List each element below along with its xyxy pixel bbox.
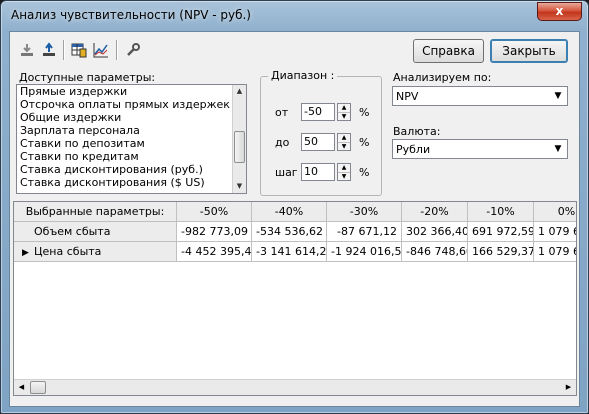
column-header[interactable]: 0% [534,202,576,222]
table-cell[interactable]: 1 079 6 [534,222,576,242]
range-step-row: шаг 10 ▲ ▼ % [261,163,381,183]
table-cell[interactable]: -4 452 395,41 [177,242,252,262]
table-cell[interactable]: -846 748,60 [402,242,468,262]
table-cell[interactable]: 1 079 6 [534,242,576,262]
spin-up-icon[interactable]: ▲ [338,164,350,172]
percent-label: % [359,136,370,149]
grid-hscrollbar[interactable]: ◀ ▶ [14,379,576,395]
column-header[interactable]: -20% [402,202,468,222]
from-input[interactable]: -50 [301,103,335,121]
step-label: шаг [275,166,298,179]
list-item[interactable]: Зарплата персонала [17,124,246,137]
column-header[interactable]: -30% [327,202,402,222]
window-close-button[interactable]: x [537,2,582,21]
available-params-label: Доступные параметры: [19,71,156,84]
table-cell[interactable]: -87 671,12 [327,222,402,242]
scroll-thumb[interactable] [234,131,245,163]
range-title: Диапазон : [268,69,338,82]
to-label: до [275,136,290,149]
step-spinner[interactable]: ▲ ▼ [337,163,351,181]
from-spinner[interactable]: ▲ ▼ [337,103,351,121]
dialog-body: Справка Закрыть Доступные параметры: Пря… [9,31,580,407]
currency-label: Валюта: [393,125,441,138]
help-button[interactable]: Справка [413,39,484,63]
grid-header-row: Выбранные параметры: -50% -40% -30% -20%… [14,202,576,222]
table-cell[interactable]: 166 529,37 [468,242,534,262]
step-input[interactable]: 10 [301,163,335,181]
spin-up-icon[interactable]: ▲ [338,104,350,112]
params-scrollbar[interactable]: ▲ ▼ [232,85,246,193]
table-cell[interactable]: -1 924 016,50 [327,242,402,262]
scroll-left-icon[interactable]: ◀ [14,380,29,395]
analyze-select[interactable]: NPV ▼ [392,86,568,106]
table-row[interactable]: ▶ Цена сбыта -4 452 395,41 -3 141 614,24 … [14,242,576,262]
wrench-icon[interactable] [122,38,144,62]
table-cell[interactable]: -534 536,62 [252,222,327,242]
import-icon[interactable] [16,38,38,62]
scroll-up-icon[interactable]: ▲ [233,85,246,98]
export-icon[interactable] [38,38,60,62]
table-cell[interactable]: 691 972,59 [468,222,534,242]
table-cell[interactable]: 302 366,40 [402,222,468,242]
list-item[interactable]: Ставки по кредитам [17,150,246,163]
column-header[interactable]: -50% [177,202,252,222]
range-to-row: до 50 ▲ ▼ % [261,133,381,153]
grid-header-label: Выбранные параметры: [14,202,177,222]
spin-down-icon[interactable]: ▼ [338,172,350,180]
to-spinner[interactable]: ▲ ▼ [337,133,351,151]
toolbar-separator [63,40,64,60]
available-params-list[interactable]: Прямые издержки Отсрочка оплаты прямых и… [16,84,247,194]
list-item[interactable]: Ставка дисконтирования (руб.) [17,163,246,176]
percent-label: % [359,106,370,119]
toolbar-separator [116,40,117,60]
column-header[interactable]: -10% [468,202,534,222]
spin-down-icon[interactable]: ▼ [338,112,350,120]
column-header[interactable]: -40% [252,202,327,222]
scroll-down-icon[interactable]: ▼ [233,180,246,193]
analyze-label: Анализируем по: [393,71,492,84]
row-marker-icon: ▶ [22,248,29,258]
scroll-right-icon[interactable]: ▶ [561,380,576,395]
table-row[interactable]: Объем сбыта -982 773,09 -534 536,62 -87 … [14,222,576,242]
list-item[interactable]: Ставки по депозитам [17,137,246,150]
chevron-down-icon[interactable]: ▼ [550,141,566,157]
list-item[interactable]: Ставка дисконтирования ($ US) [17,176,246,189]
table-icon[interactable] [68,38,90,62]
range-group: Диапазон : от -50 ▲ ▼ % до 50 ▲ ▼ % шаг 10… [260,69,382,196]
list-item[interactable]: Прямые издержки [17,85,246,98]
range-from-row: от -50 ▲ ▼ % [261,103,381,123]
analyze-value: NPV [396,90,419,103]
list-item[interactable]: Отсрочка оплаты прямых издержек [17,98,246,111]
close-button[interactable]: Закрыть [490,39,568,63]
chevron-down-icon[interactable]: ▼ [550,88,566,104]
currency-value: Рубли [396,143,431,156]
row-header[interactable]: Объем сбыта [14,222,177,242]
results-grid[interactable]: Выбранные параметры: -50% -40% -30% -20%… [13,201,577,396]
from-label: от [275,106,289,119]
title-bar[interactable]: Анализ чувствительности (NPV - руб.) x [1,1,588,31]
to-input[interactable]: 50 [301,133,335,151]
scroll-thumb[interactable] [30,381,46,394]
spin-up-icon[interactable]: ▲ [338,134,350,142]
currency-select[interactable]: Рубли ▼ [392,139,568,159]
row-label: Цена сбыта [34,245,102,258]
param-items: Прямые издержки Отсрочка оплаты прямых и… [17,85,246,189]
window-title: Анализ чувствительности (NPV - руб.) [11,8,251,22]
table-cell[interactable]: -982 773,09 [177,222,252,242]
row-label: Объем сбыта [34,225,111,238]
percent-label: % [359,166,370,179]
row-header[interactable]: ▶ Цена сбыта [14,242,177,262]
sensitivity-window: Анализ чувствительности (NPV - руб.) x С… [0,0,589,414]
list-item[interactable]: Общие издержки [17,111,246,124]
table-cell[interactable]: -3 141 614,24 [252,242,327,262]
spin-down-icon[interactable]: ▼ [338,142,350,150]
chart-icon[interactable] [90,38,112,62]
